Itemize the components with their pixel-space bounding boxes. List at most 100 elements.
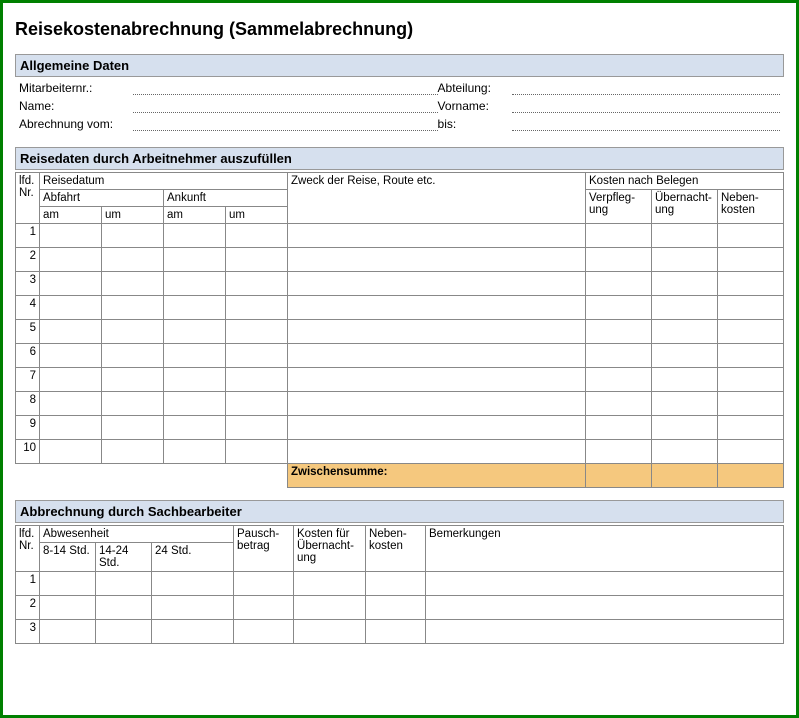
cell[interactable]: [40, 416, 102, 440]
cell[interactable]: [288, 248, 586, 272]
cell[interactable]: [652, 272, 718, 296]
cell[interactable]: [164, 368, 226, 392]
cell[interactable]: [40, 368, 102, 392]
cell[interactable]: [718, 440, 784, 464]
cell[interactable]: [226, 272, 288, 296]
cell[interactable]: [40, 596, 96, 620]
cell[interactable]: [40, 272, 102, 296]
cell[interactable]: [586, 320, 652, 344]
input-line-vorname[interactable]: [512, 99, 780, 113]
cell[interactable]: [586, 248, 652, 272]
cell[interactable]: [288, 320, 586, 344]
cell[interactable]: [366, 572, 426, 596]
cell[interactable]: [40, 392, 102, 416]
cell[interactable]: [234, 620, 294, 644]
cell[interactable]: [102, 416, 164, 440]
input-line-abrechnung-vom[interactable]: [133, 117, 438, 131]
cell[interactable]: [288, 416, 586, 440]
cell[interactable]: [652, 248, 718, 272]
cell[interactable]: [40, 320, 102, 344]
cell[interactable]: [226, 440, 288, 464]
cell[interactable]: [652, 224, 718, 248]
cell[interactable]: [164, 248, 226, 272]
cell[interactable]: [718, 272, 784, 296]
cell[interactable]: [652, 296, 718, 320]
cell[interactable]: [226, 344, 288, 368]
cell[interactable]: [40, 344, 102, 368]
cell[interactable]: [96, 596, 152, 620]
cell[interactable]: [40, 224, 102, 248]
cell[interactable]: [164, 416, 226, 440]
cell[interactable]: [234, 596, 294, 620]
cell[interactable]: [164, 224, 226, 248]
cell[interactable]: [226, 320, 288, 344]
cell[interactable]: [652, 368, 718, 392]
cell[interactable]: [102, 248, 164, 272]
cell[interactable]: [226, 392, 288, 416]
cell[interactable]: [40, 296, 102, 320]
cell[interactable]: [586, 368, 652, 392]
cell[interactable]: [426, 596, 784, 620]
cell[interactable]: [426, 620, 784, 644]
cell[interactable]: [718, 224, 784, 248]
cell[interactable]: [152, 596, 234, 620]
cell[interactable]: [152, 620, 234, 644]
cell[interactable]: [164, 440, 226, 464]
cell[interactable]: [586, 344, 652, 368]
cell[interactable]: [718, 296, 784, 320]
cell[interactable]: [102, 320, 164, 344]
cell[interactable]: [40, 440, 102, 464]
cell[interactable]: [102, 296, 164, 320]
cell[interactable]: [718, 368, 784, 392]
cell[interactable]: [102, 344, 164, 368]
cell[interactable]: [40, 572, 96, 596]
cell[interactable]: [652, 320, 718, 344]
cell[interactable]: [102, 272, 164, 296]
cell[interactable]: [294, 596, 366, 620]
cell[interactable]: [366, 620, 426, 644]
cell[interactable]: [718, 392, 784, 416]
cell[interactable]: [164, 320, 226, 344]
cell[interactable]: [152, 572, 234, 596]
cell[interactable]: [96, 572, 152, 596]
cell[interactable]: [288, 392, 586, 416]
cell[interactable]: [652, 392, 718, 416]
cell[interactable]: [226, 248, 288, 272]
cell[interactable]: [164, 344, 226, 368]
input-line-name[interactable]: [133, 99, 438, 113]
cell[interactable]: [288, 272, 586, 296]
cell[interactable]: [718, 248, 784, 272]
cell[interactable]: [718, 416, 784, 440]
cell[interactable]: [40, 620, 96, 644]
cell[interactable]: [164, 392, 226, 416]
cell[interactable]: [652, 344, 718, 368]
cell[interactable]: [102, 392, 164, 416]
cell[interactable]: [102, 440, 164, 464]
cell[interactable]: [586, 272, 652, 296]
cell[interactable]: [718, 320, 784, 344]
cell[interactable]: [226, 416, 288, 440]
cell[interactable]: [294, 620, 366, 644]
cell[interactable]: [288, 344, 586, 368]
cell[interactable]: [586, 440, 652, 464]
cell[interactable]: [288, 296, 586, 320]
cell[interactable]: [652, 440, 718, 464]
cell[interactable]: [586, 392, 652, 416]
cell[interactable]: [586, 296, 652, 320]
cell[interactable]: [234, 572, 294, 596]
cell[interactable]: [226, 224, 288, 248]
cell[interactable]: [586, 224, 652, 248]
cell[interactable]: [102, 368, 164, 392]
cell[interactable]: [366, 596, 426, 620]
cell[interactable]: [40, 248, 102, 272]
cell[interactable]: [96, 620, 152, 644]
cell[interactable]: [226, 296, 288, 320]
cell[interactable]: [294, 572, 366, 596]
cell[interactable]: [164, 296, 226, 320]
cell[interactable]: [226, 368, 288, 392]
input-line-mitarbeiter[interactable]: [133, 81, 438, 95]
cell[interactable]: [288, 440, 586, 464]
input-line-abteilung[interactable]: [512, 81, 780, 95]
cell[interactable]: [718, 344, 784, 368]
cell[interactable]: [288, 224, 586, 248]
